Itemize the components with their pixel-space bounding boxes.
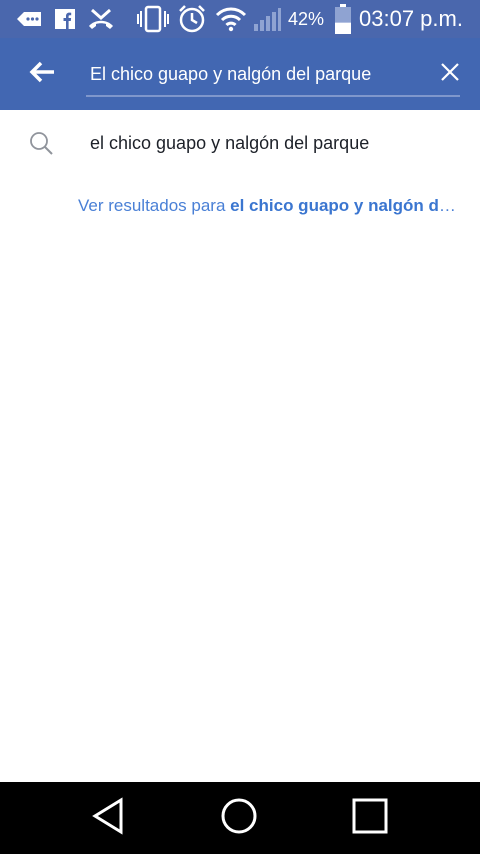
vibrate-icon <box>136 0 170 38</box>
nav-back-button[interactable] <box>86 796 130 840</box>
navigation-bar <box>0 782 480 854</box>
nav-recents-button[interactable] <box>348 796 392 840</box>
battery-percent: 42% <box>288 9 325 29</box>
wifi-icon <box>214 0 248 38</box>
recents-square-icon <box>352 798 388 839</box>
suggestion-text: el chico guapo y nalgón del parque <box>90 133 370 153</box>
see-results-query: el chico guapo y nalgón del parque <box>230 196 464 215</box>
search-suggestion-item[interactable]: el chico guapo y nalgón del parque <box>0 110 480 176</box>
clear-search-button[interactable] <box>430 54 470 94</box>
home-circle-icon <box>220 797 258 840</box>
messenger-icon <box>14 0 44 38</box>
search-input[interactable] <box>86 58 416 90</box>
search-icon <box>28 130 54 156</box>
back-button[interactable] <box>18 54 66 94</box>
battery-icon <box>332 0 354 38</box>
screen: 42% 03:07 p.m. El chico guapo y nalgón d… <box>0 0 480 854</box>
back-triangle-icon <box>91 796 125 840</box>
see-results-prefix: Ver resultados para <box>78 196 231 215</box>
arrow-left-icon <box>29 61 55 88</box>
clock-time: 03:07 p.m. <box>359 6 463 31</box>
facebook-icon <box>54 0 76 38</box>
see-results-link[interactable]: Ver resultados para el chico guapo y nal… <box>78 190 464 222</box>
nav-home-button[interactable] <box>217 796 261 840</box>
search-input-underline <box>86 95 460 97</box>
close-icon <box>440 62 460 87</box>
status-bar: 42% 03:07 p.m. <box>0 0 480 38</box>
signal-icon <box>252 0 282 38</box>
search-app-bar <box>0 38 480 110</box>
alarm-icon <box>176 0 208 38</box>
missed-call-icon <box>86 0 116 38</box>
